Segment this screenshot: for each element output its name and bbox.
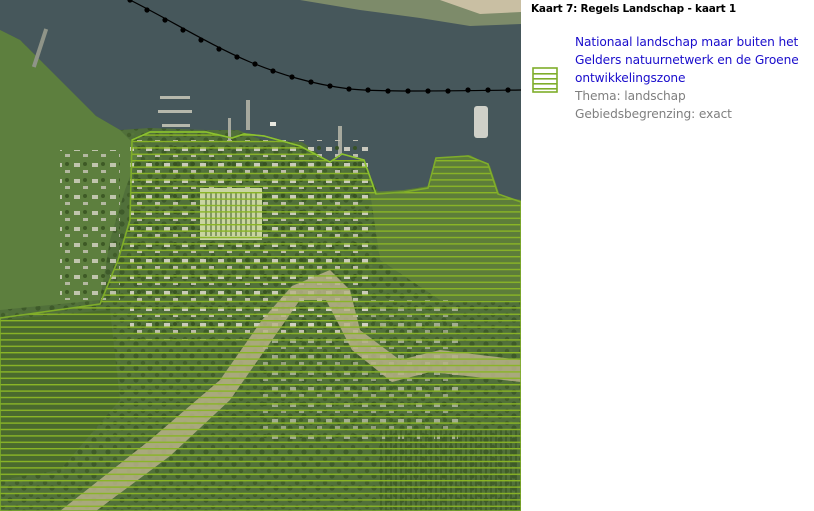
legend-item-boundary: Gebiedsbegrenzing: exact: [575, 107, 732, 121]
legend-item-theme: Thema: landschap: [575, 89, 686, 103]
legend-title: Kaart 7: Regels Landschap - kaart 1: [531, 3, 736, 15]
map-view[interactable]: [0, 0, 521, 511]
legend-panel: Kaart 7: Regels Landschap - kaart 1 Nati…: [521, 0, 814, 511]
aerial-map[interactable]: [0, 0, 521, 511]
hatch-swatch-icon: [532, 67, 558, 93]
legend-item-label[interactable]: Nationaal landschap maar buiten het Geld…: [575, 33, 811, 87]
